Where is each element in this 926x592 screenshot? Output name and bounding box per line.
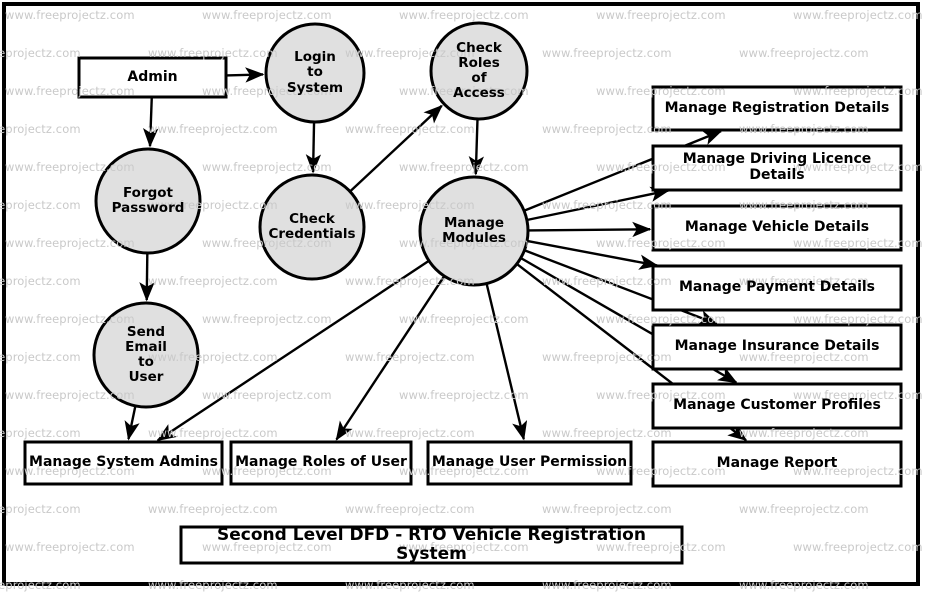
flow-modules-to-vehicle [527, 221, 652, 238]
flow-credentials-to-check-roles [349, 104, 443, 193]
data-store-insurance[interactable] [651, 323, 903, 371]
flow-modules-to-licence [526, 186, 670, 222]
dfd-vector-layer [23, 21, 903, 565]
flow-modules-to-payment [526, 239, 659, 270]
external-entity-admin[interactable] [77, 56, 228, 99]
data-store-licence[interactable] [651, 144, 903, 192]
data-store-report[interactable] [651, 440, 903, 488]
data-store-system-admins[interactable] [23, 440, 224, 486]
flow-admin-to-forgot [142, 96, 159, 148]
dfd-diagram-canvas: www.freeprojectz.com www.freeprojectz.com… [0, 0, 926, 592]
process-send-email[interactable] [92, 301, 200, 409]
process-forgot[interactable] [94, 147, 202, 255]
data-store-user-permission[interactable] [426, 440, 633, 486]
process-modules[interactable] [418, 175, 530, 287]
flow-forgot-to-send-email [139, 252, 155, 302]
process-credentials[interactable] [258, 173, 366, 281]
flow-send-email-to-system-admins [124, 405, 140, 441]
data-store-vehicle[interactable] [651, 204, 903, 252]
process-check-roles[interactable] [429, 21, 529, 121]
flow-check-roles-to-modules [468, 118, 485, 176]
flow-login-to-credentials [305, 121, 322, 174]
data-store-payment[interactable] [651, 264, 903, 312]
process-login[interactable] [264, 22, 366, 124]
flow-modules-to-roles-of-user [335, 275, 446, 441]
data-store-registration[interactable] [651, 85, 903, 132]
diagram-title-box [179, 525, 684, 565]
data-store-roles-of-user[interactable] [229, 440, 413, 486]
flow-admin-to-login [225, 67, 265, 83]
flow-modules-to-user-permission [485, 283, 528, 441]
data-store-customer[interactable] [651, 382, 903, 430]
